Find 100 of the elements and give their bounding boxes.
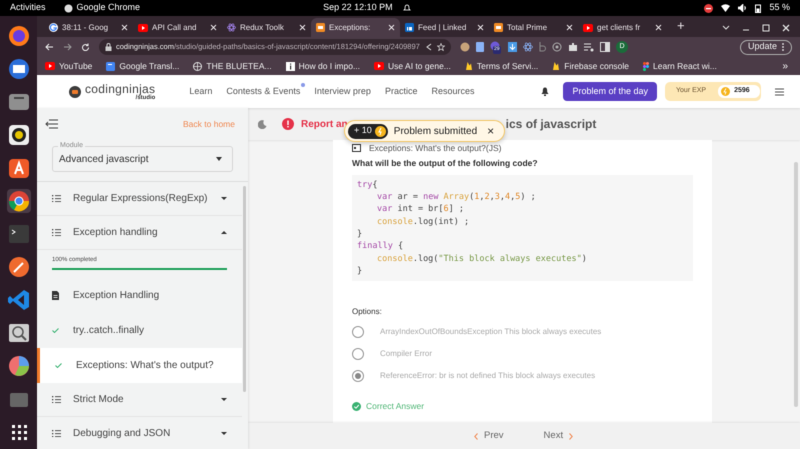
chevron-right-icon bbox=[569, 432, 574, 440]
close-icon[interactable] bbox=[782, 24, 790, 32]
do-not-disturb-icon[interactable] bbox=[704, 4, 714, 12]
back-icon[interactable] bbox=[45, 43, 54, 51]
wifi-icon[interactable] bbox=[721, 4, 730, 12]
letters-in-icon bbox=[405, 23, 414, 32]
nav-link[interactable]: Interview prep bbox=[314, 84, 371, 98]
coin-icon bbox=[374, 126, 386, 136]
close-button[interactable]: × bbox=[487, 122, 494, 140]
bookmark[interactable]: Google Transl... bbox=[106, 60, 180, 72]
nav-link[interactable]: Contests & Events bbox=[226, 84, 300, 98]
scrollbar-thumb[interactable] bbox=[243, 186, 246, 392]
shapes-icon bbox=[643, 62, 650, 70]
pen-icon[interactable] bbox=[6, 255, 30, 279]
battery-icon[interactable] bbox=[755, 4, 762, 12]
app-name[interactable]: Google Chrome bbox=[76, 1, 140, 15]
close-icon[interactable] bbox=[655, 24, 662, 31]
letter-b-icon[interactable] bbox=[539, 42, 546, 52]
star-icon[interactable] bbox=[437, 43, 445, 51]
bookmark[interactable]: Learn React wi... bbox=[643, 60, 717, 72]
activities-button[interactable]: Activities bbox=[10, 1, 46, 15]
moon-icon[interactable] bbox=[258, 120, 267, 128]
reload-icon[interactable] bbox=[81, 42, 90, 52]
browser-tab[interactable]: get clients fr bbox=[578, 18, 667, 37]
next-button[interactable]: Next bbox=[544, 428, 574, 444]
section-header[interactable]: Regular Expressions(RegExp) bbox=[37, 182, 242, 216]
question-text: What will be the output of the following code? bbox=[352, 157, 539, 170]
lesson-item[interactable]: Exceptions: What's the output? bbox=[37, 348, 242, 383]
lesson-item[interactable]: try..catch..finally bbox=[37, 313, 242, 348]
browser-icon[interactable] bbox=[6, 189, 30, 213]
radio-button[interactable] bbox=[352, 326, 364, 338]
media-icon[interactable] bbox=[584, 42, 594, 52]
radio-button[interactable] bbox=[352, 370, 364, 382]
browser-tab[interactable]: 38:11 - Goog bbox=[44, 18, 133, 37]
speaker-icon[interactable] bbox=[6, 123, 30, 147]
browser-tab[interactable]: API Call and bbox=[133, 18, 222, 37]
list-icon bbox=[52, 430, 61, 437]
more-bookmarks-button[interactable]: » bbox=[782, 58, 788, 74]
section-header[interactable]: Debugging and JSON bbox=[37, 417, 242, 449]
bookmark[interactable]: How do I impo... bbox=[286, 60, 360, 72]
code-line: } bbox=[357, 228, 364, 240]
radio-button[interactable] bbox=[352, 348, 364, 360]
magnifier-icon[interactable] bbox=[6, 321, 30, 345]
logo-wordmark[interactable]: codingninjas bbox=[85, 82, 156, 94]
bell-icon[interactable] bbox=[541, 87, 550, 96]
close-icon[interactable] bbox=[210, 24, 217, 31]
scrollbar-thumb[interactable] bbox=[794, 162, 798, 407]
nav-link[interactable]: Practice bbox=[384, 84, 418, 98]
puzzle-icon[interactable] bbox=[568, 42, 578, 52]
code-line: var ar = new Array(1,2,3,4,5) ; bbox=[376, 191, 537, 204]
alert-icon bbox=[282, 118, 294, 130]
list-icon bbox=[52, 229, 61, 236]
bookmark[interactable]: THE BLUETEA... bbox=[193, 60, 272, 72]
module-select[interactable]: Advanced javascript bbox=[52, 146, 233, 172]
bookmark[interactable]: YouTube bbox=[45, 60, 92, 72]
close-icon[interactable] bbox=[477, 24, 484, 31]
code-line: console.log(int) ; bbox=[376, 216, 470, 228]
problem-of-the-day-button[interactable]: Problem of the day bbox=[563, 82, 657, 101]
play-icon bbox=[583, 24, 593, 32]
app-icon bbox=[64, 4, 73, 12]
react-icon[interactable] bbox=[523, 42, 533, 52]
section-header[interactable]: Exception handling bbox=[37, 216, 242, 250]
prev-button[interactable]: Prev bbox=[474, 428, 504, 444]
section-header[interactable]: Strict Mode bbox=[37, 383, 242, 417]
new-tab-button[interactable]: + bbox=[677, 16, 685, 35]
window-icon bbox=[494, 23, 503, 32]
nav-link[interactable]: Learn bbox=[189, 84, 212, 98]
store-icon[interactable] bbox=[6, 156, 30, 180]
bookmark[interactable]: Use AI to gene... bbox=[374, 60, 451, 72]
forward-icon[interactable] bbox=[63, 43, 72, 51]
update-button[interactable]: Update bbox=[740, 40, 792, 54]
target-icon[interactable] bbox=[552, 42, 562, 52]
restore-icon[interactable] bbox=[762, 24, 770, 32]
browser-tab[interactable]: Exceptions: bbox=[311, 18, 400, 37]
atom-icon bbox=[227, 23, 236, 32]
collapse-icon[interactable] bbox=[45, 119, 58, 129]
close-icon[interactable] bbox=[388, 24, 395, 31]
chevron-down-icon[interactable] bbox=[722, 24, 730, 30]
pie-chart-icon[interactable] bbox=[6, 354, 30, 378]
close-icon[interactable] bbox=[299, 24, 306, 31]
browser-tab[interactable]: Redux Toolk bbox=[222, 18, 311, 37]
lesson-item[interactable]: Exception Handling bbox=[37, 278, 242, 313]
side-panel-icon[interactable] bbox=[600, 42, 610, 52]
nav-link[interactable]: Resources bbox=[431, 84, 474, 98]
browser-tab[interactable]: Feed | Linked bbox=[400, 18, 489, 37]
close-icon[interactable] bbox=[121, 24, 128, 31]
bookmark[interactable]: Firebase console bbox=[552, 60, 630, 72]
bookmark[interactable]: Terms of Servi... bbox=[464, 60, 538, 72]
volume-icon[interactable] bbox=[738, 4, 748, 12]
list-icon bbox=[52, 396, 61, 403]
close-icon[interactable] bbox=[566, 24, 573, 31]
clock[interactable]: Sep 22 12:10 PM bbox=[323, 1, 393, 15]
menu-icon[interactable] bbox=[775, 88, 784, 96]
share-icon[interactable] bbox=[425, 43, 433, 51]
code-editor-icon[interactable] bbox=[6, 288, 30, 312]
play-icon bbox=[45, 62, 55, 70]
page-title: ics of javascript bbox=[506, 116, 596, 133]
browser-tab[interactable]: Total Prime bbox=[489, 18, 578, 37]
logo-icon[interactable] bbox=[69, 86, 81, 98]
download-icon[interactable] bbox=[508, 42, 517, 52]
